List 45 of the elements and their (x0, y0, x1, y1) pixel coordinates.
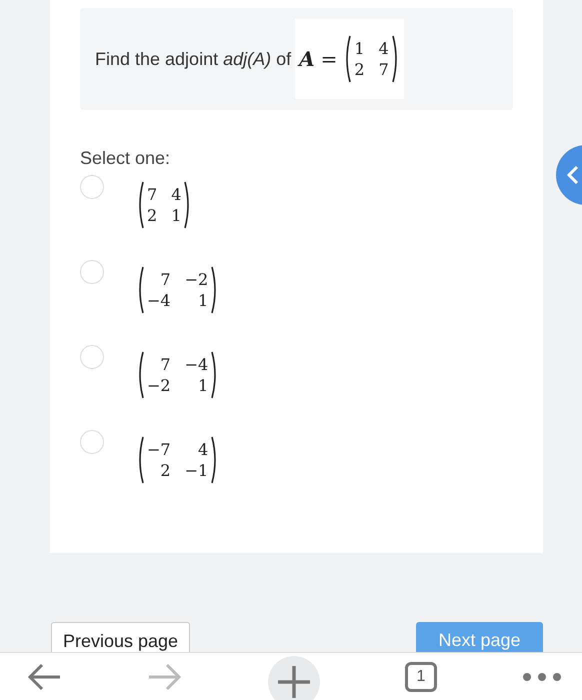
select-prompt: Select one: (80, 148, 172, 169)
option-matrix-entry: 7 (160, 355, 171, 374)
new-tab-button[interactable] (268, 656, 320, 700)
matrix-entry: 7 (378, 60, 389, 79)
equals-sign: = (320, 47, 338, 71)
option-matrix-entry: 1 (171, 206, 182, 225)
more-dots-icon (522, 672, 562, 682)
back-arrow-icon (26, 662, 62, 692)
right-parenthesis (390, 35, 400, 83)
forward-arrow-icon (147, 662, 183, 692)
option-matrix-entry: −1 (184, 461, 208, 480)
option-matrix-entry: 7 (160, 270, 171, 289)
option-matrix-entry: 4 (171, 185, 182, 204)
option-matrix-entry: 2 (160, 461, 171, 480)
previous-page-button[interactable]: Previous page (51, 622, 190, 652)
matrix-entry: 1 (354, 39, 365, 58)
radio-button[interactable] (80, 260, 104, 284)
back-button[interactable] (26, 662, 62, 692)
left-parenthesis (343, 35, 352, 83)
option-matrix-entry: −4 (147, 291, 171, 310)
radio-button[interactable] (80, 430, 104, 454)
option-matrix-entry: −2 (147, 376, 171, 395)
chevron-left-icon (566, 165, 580, 185)
left-parenthesis (136, 266, 145, 314)
option-matrix-entry: 1 (198, 291, 208, 310)
option-matrix-entry: −4 (184, 355, 208, 374)
option-matrix-entry: −2 (184, 270, 208, 289)
matrix-entry: 4 (378, 39, 389, 58)
left-parenthesis (136, 351, 145, 399)
matrix-entry: 2 (354, 60, 365, 79)
option-matrix-entry: 2 (147, 206, 158, 225)
left-parenthesis (136, 436, 145, 484)
more-menu-button[interactable] (522, 672, 562, 682)
plus-icon (276, 664, 312, 700)
radio-button[interactable] (80, 175, 104, 199)
option-matrix-entry: 1 (198, 376, 208, 395)
radio-button[interactable] (80, 345, 104, 369)
question-text: Find the adjoint adj(A) of (95, 48, 292, 70)
option-matrix-entry: −7 (147, 440, 171, 459)
left-parenthesis (136, 181, 145, 229)
option-matrix-entry: 7 (147, 185, 158, 204)
matrix-name: A (299, 47, 315, 71)
option-matrix-entry: 4 (198, 440, 208, 459)
tab-count-button[interactable]: 1 (405, 662, 437, 692)
forward-button[interactable] (147, 662, 183, 692)
